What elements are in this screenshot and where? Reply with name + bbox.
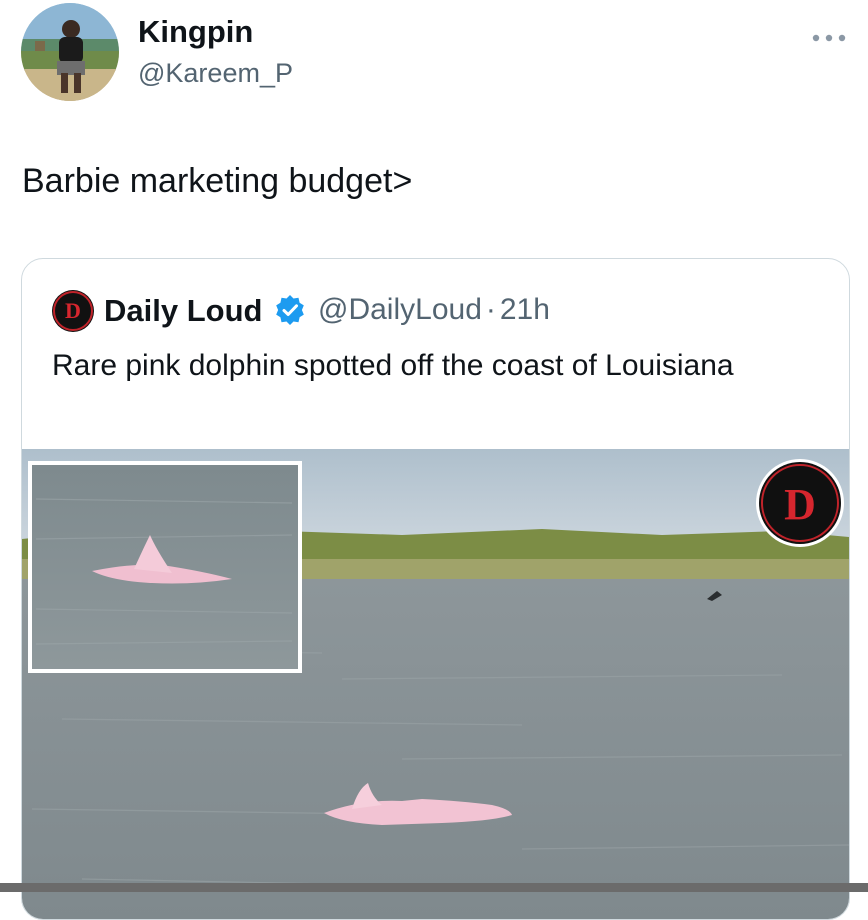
daily-loud-avatar[interactable]: D: [51, 289, 95, 333]
more-options-icon[interactable]: [812, 22, 846, 48]
author-handle[interactable]: @Kareem_P: [138, 58, 293, 89]
svg-text:D: D: [65, 298, 81, 323]
svg-text:D: D: [784, 480, 816, 529]
separator-dot: ·: [485, 293, 496, 326]
dolphin-video-thumbnail[interactable]: D: [22, 449, 849, 919]
author-avatar[interactable]: [21, 3, 119, 101]
quoted-tweet-card[interactable]: D Daily Loud @DailyLoud · 21h Rare pink do…: [21, 258, 850, 920]
quoted-author-name[interactable]: Daily Loud: [104, 293, 262, 329]
tweet-text: Barbie marketing budget>: [22, 162, 413, 200]
bottom-edge-strip: [0, 883, 868, 892]
verified-badge-icon: [275, 295, 305, 325]
quoted-tweet-text: Rare pink dolphin spotted off the coast …: [52, 349, 734, 382]
quoted-handle[interactable]: @DailyLoud: [318, 293, 482, 326]
author-name[interactable]: Kingpin: [138, 14, 253, 50]
quoted-timestamp[interactable]: 21h: [500, 293, 550, 326]
quoted-handle-time[interactable]: @DailyLoud · 21h: [318, 293, 550, 327]
